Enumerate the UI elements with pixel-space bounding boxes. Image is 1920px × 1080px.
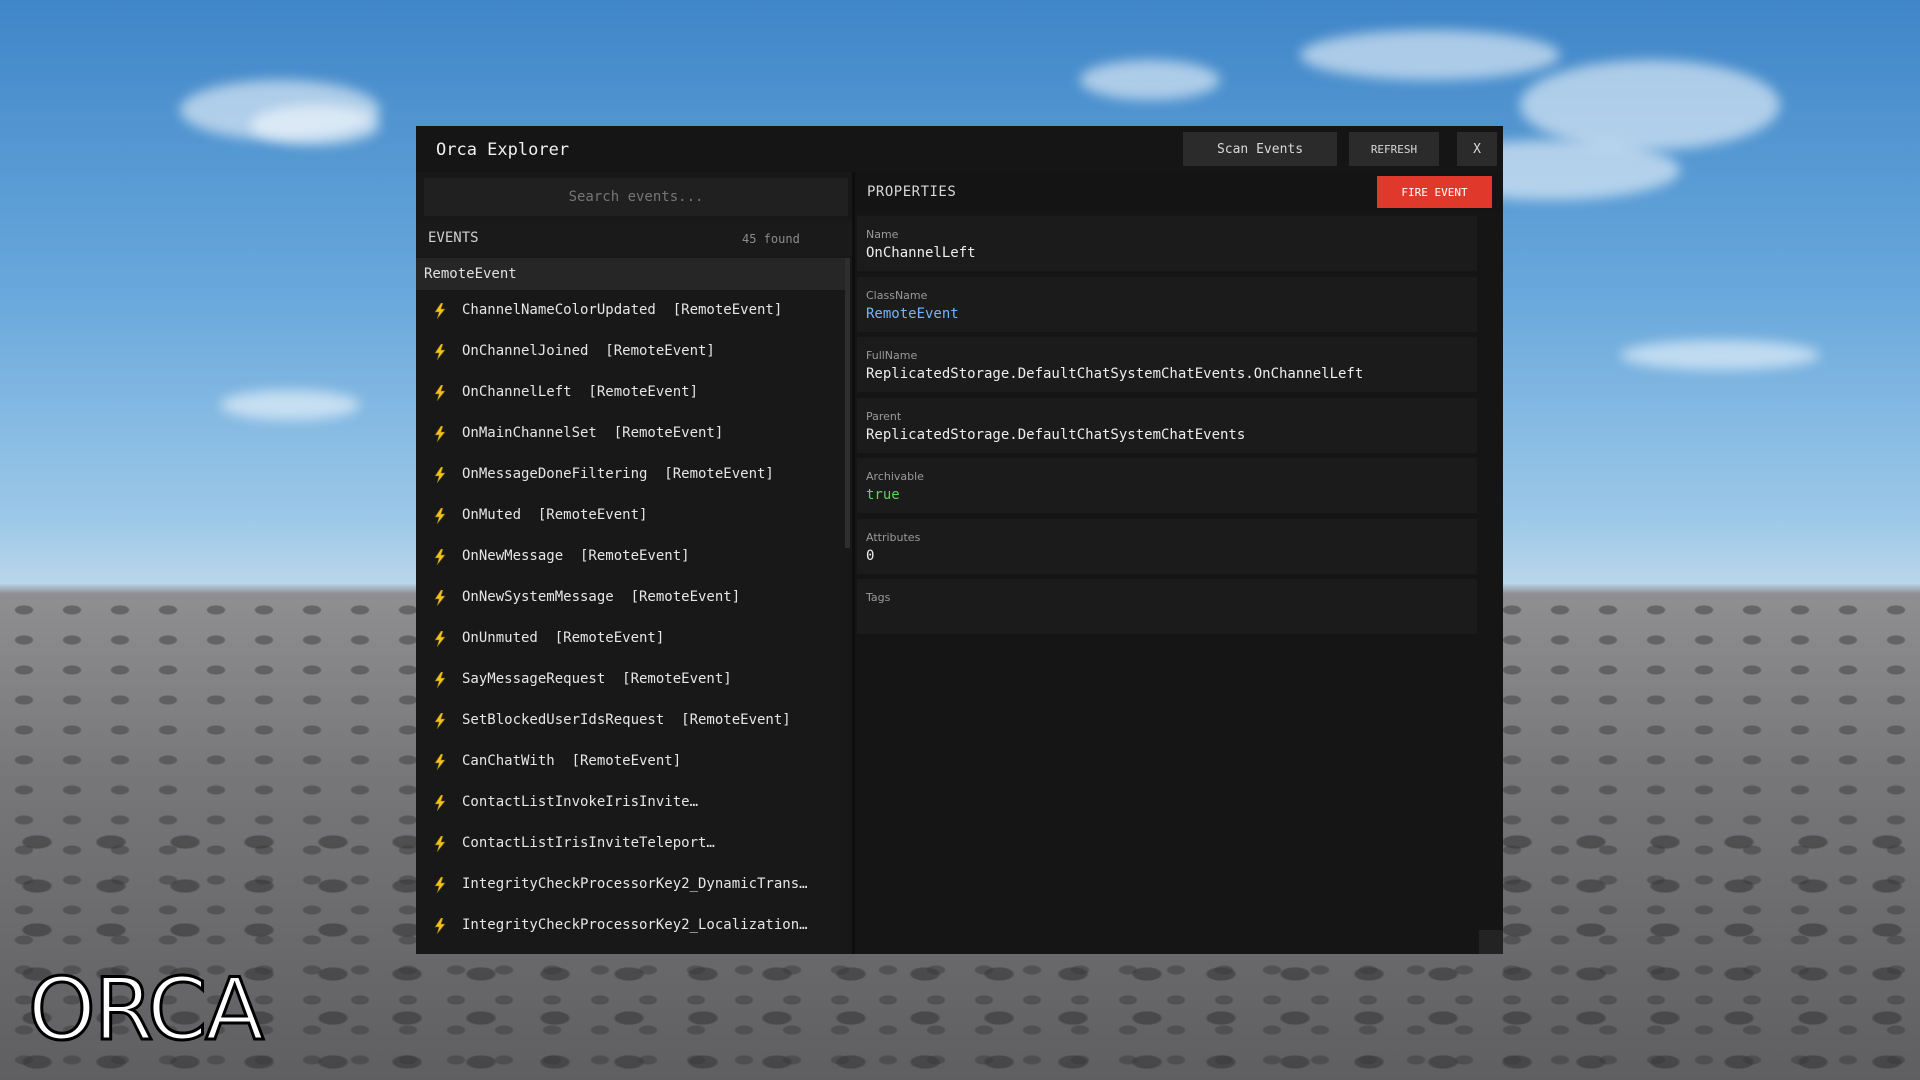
property-key: Attributes bbox=[866, 530, 921, 544]
property-value: OnChannelLeft bbox=[866, 245, 976, 261]
cloud bbox=[1300, 30, 1560, 80]
orca-explorer-window: Orca Explorer Scan Events REFRESH X EVEN… bbox=[416, 126, 1503, 954]
event-label: ChannelNameColorUpdated [RemoteEvent] bbox=[462, 302, 783, 318]
event-list-item[interactable]: SetBlockedUserIdsRequest [RemoteEvent] bbox=[416, 700, 848, 741]
event-label: OnMessageDoneFiltering [RemoteEvent] bbox=[462, 466, 774, 482]
events-count: 45 found bbox=[742, 232, 800, 246]
property-card: FullName ReplicatedStorage.DefaultChatSys… bbox=[857, 337, 1477, 392]
property-key: Tags bbox=[866, 591, 891, 604]
property-card: ClassName RemoteEvent bbox=[857, 276, 1477, 332]
property-card: Tags bbox=[857, 579, 1477, 634]
event-label: OnNewMessage [RemoteEvent] bbox=[462, 548, 690, 564]
property-value: ReplicatedStorage.DefaultChatSystemChatE… bbox=[866, 366, 1364, 382]
events-label: EVENTS bbox=[428, 230, 479, 246]
event-list-item[interactable]: OnUnmuted [RemoteEvent] bbox=[416, 618, 848, 659]
event-list-item[interactable]: SayMessageRequest [RemoteEvent] bbox=[416, 659, 848, 700]
close-button[interactable]: X bbox=[1457, 132, 1497, 166]
group-header-remoteevent[interactable]: RemoteEvent bbox=[416, 258, 848, 290]
event-label: OnNewSystemMessage [RemoteEvent] bbox=[462, 589, 741, 605]
property-value: ReplicatedStorage.DefaultChatSystemChatE… bbox=[866, 426, 1246, 443]
event-list-item[interactable]: CanChatWith [RemoteEvent] bbox=[416, 741, 848, 782]
properties-panel: PROPERTIES FIRE EVENT Name OnChannelLeft C… bbox=[855, 172, 1503, 954]
property-key: ClassName bbox=[866, 288, 928, 302]
properties-scrollbar[interactable] bbox=[1479, 212, 1503, 954]
event-label: ContactListIrisInviteTeleport… bbox=[462, 835, 715, 851]
property-value: true bbox=[866, 487, 900, 503]
property-key: Name bbox=[866, 228, 899, 241]
lightning-icon bbox=[434, 343, 446, 361]
events-panel: EVENTS 45 found RemoteEvent ChannelNameC… bbox=[416, 172, 852, 954]
lightning-icon bbox=[434, 876, 446, 894]
lightning-icon bbox=[434, 425, 446, 443]
events-scrollbar[interactable] bbox=[845, 258, 850, 548]
lightning-icon bbox=[434, 794, 446, 812]
event-label: OnUnmuted [RemoteEvent] bbox=[462, 630, 665, 646]
lightning-icon bbox=[434, 753, 446, 771]
event-label: SetBlockedUserIdsRequest [RemoteEvent] bbox=[462, 712, 791, 728]
cloud bbox=[220, 390, 360, 420]
event-list-item[interactable]: OnMainChannelSet [RemoteEvent] bbox=[416, 413, 848, 454]
lightning-icon bbox=[434, 548, 446, 566]
event-list-item[interactable]: IntegrityCheckProcessorKey2_Localization… bbox=[416, 905, 848, 946]
property-value: RemoteEvent bbox=[866, 305, 959, 322]
group-label: RemoteEvent bbox=[424, 266, 517, 282]
lightning-icon bbox=[434, 589, 446, 607]
event-list: ChannelNameColorUpdated [RemoteEvent] OnC… bbox=[416, 290, 848, 946]
property-card: Name OnChannelLeft bbox=[857, 216, 1477, 271]
cloud bbox=[250, 105, 380, 145]
lightning-icon bbox=[434, 507, 446, 525]
property-card: Archivable true bbox=[857, 458, 1477, 513]
cloud bbox=[1620, 340, 1820, 370]
lightning-icon bbox=[434, 712, 446, 730]
lightning-icon bbox=[434, 671, 446, 689]
event-list-item[interactable]: IntegrityCheckProcessorKey2_DynamicTrans… bbox=[416, 864, 848, 905]
event-list-item[interactable]: ContactListIrisInviteTeleport… bbox=[416, 823, 848, 864]
search-input[interactable] bbox=[424, 178, 848, 216]
lightning-icon bbox=[434, 466, 446, 484]
title-bar[interactable]: Orca Explorer Scan Events REFRESH X bbox=[416, 126, 1503, 172]
property-card: Attributes 0 bbox=[857, 518, 1477, 574]
property-key: Archivable bbox=[866, 470, 924, 483]
property-key: Parent bbox=[866, 409, 902, 423]
events-header: EVENTS 45 found bbox=[416, 220, 852, 256]
window-title: Orca Explorer bbox=[436, 140, 570, 160]
lightning-icon bbox=[434, 835, 446, 853]
lightning-icon bbox=[434, 917, 446, 935]
event-label: OnChannelJoined [RemoteEvent] bbox=[462, 343, 715, 359]
event-list-item[interactable]: OnChannelJoined [RemoteEvent] bbox=[416, 331, 848, 372]
event-list-item[interactable]: ContactListInvokeIrisInvite… bbox=[416, 782, 848, 823]
properties-header: PROPERTIES FIRE EVENT bbox=[855, 172, 1503, 212]
lightning-icon bbox=[434, 630, 446, 648]
event-label: SayMessageRequest [RemoteEvent] bbox=[462, 671, 732, 687]
event-list-item[interactable]: OnMessageDoneFiltering [RemoteEvent] bbox=[416, 454, 848, 495]
event-label: OnMainChannelSet [RemoteEvent] bbox=[462, 425, 724, 441]
property-value: 0 bbox=[866, 547, 875, 564]
scan-events-button[interactable]: Scan Events bbox=[1183, 132, 1337, 166]
properties-label: PROPERTIES bbox=[867, 184, 957, 200]
event-label: IntegrityCheckProcessorKey2_DynamicTrans… bbox=[462, 876, 808, 892]
cloud bbox=[1520, 60, 1780, 150]
event-label: OnChannelLeft [RemoteEvent] bbox=[462, 384, 699, 400]
event-list-item[interactable]: OnChannelLeft [RemoteEvent] bbox=[416, 372, 848, 413]
property-card: Parent ReplicatedStorage.DefaultChatSyste… bbox=[857, 397, 1477, 453]
lightning-icon bbox=[434, 384, 446, 402]
orca-watermark: ORCA bbox=[26, 959, 265, 1062]
property-key: FullName bbox=[866, 349, 918, 362]
event-list-item[interactable]: OnNewSystemMessage [RemoteEvent] bbox=[416, 577, 848, 618]
event-list-item[interactable]: ChannelNameColorUpdated [RemoteEvent] bbox=[416, 290, 848, 331]
cloud bbox=[1080, 60, 1220, 100]
event-list-item[interactable]: OnMuted [RemoteEvent] bbox=[416, 495, 848, 536]
event-label: ContactListInvokeIrisInvite… bbox=[462, 794, 699, 810]
lightning-icon bbox=[434, 302, 446, 320]
fire-event-button[interactable]: FIRE EVENT bbox=[1377, 176, 1492, 208]
properties-scrollbar-thumb[interactable] bbox=[1479, 930, 1503, 954]
event-label: OnMuted [RemoteEvent] bbox=[462, 507, 648, 523]
event-list-item[interactable]: OnNewMessage [RemoteEvent] bbox=[416, 536, 848, 577]
refresh-button[interactable]: REFRESH bbox=[1349, 132, 1439, 166]
event-label: IntegrityCheckProcessorKey2_Localization… bbox=[462, 917, 808, 933]
event-label: CanChatWith [RemoteEvent] bbox=[462, 753, 682, 769]
